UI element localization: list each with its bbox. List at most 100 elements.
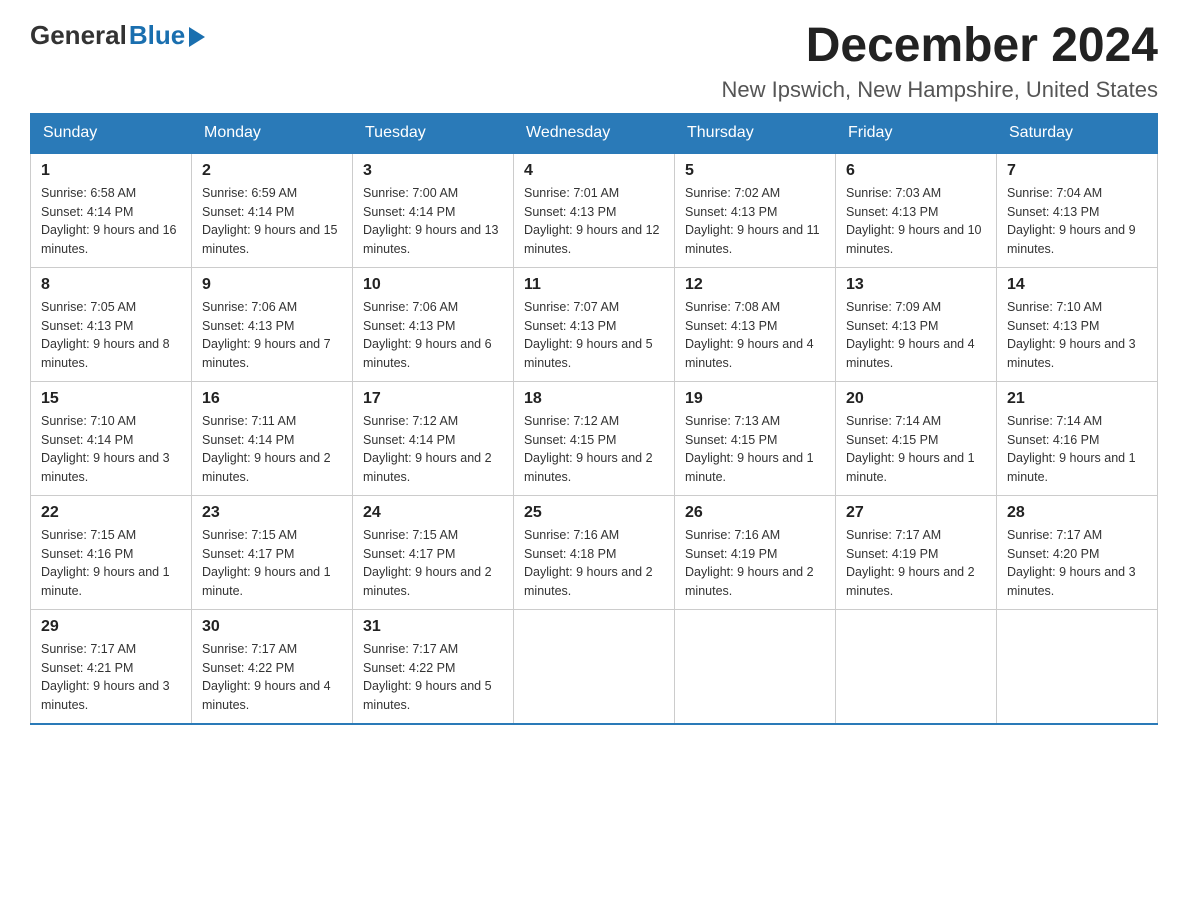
table-row: 31 Sunrise: 7:17 AMSunset: 4:22 PMDayligh…: [353, 609, 514, 724]
day-info: Sunrise: 7:11 AMSunset: 4:14 PMDaylight:…: [202, 412, 342, 487]
day-info: Sunrise: 7:15 AMSunset: 4:17 PMDaylight:…: [363, 526, 503, 601]
calendar-header-row: SundayMondayTuesdayWednesdayThursdayFrid…: [31, 113, 1158, 153]
header-thursday: Thursday: [675, 113, 836, 153]
table-row: 2Sunrise: 6:59 AMSunset: 4:14 PMDaylight…: [192, 153, 353, 268]
logo-arrow-icon: [189, 27, 205, 47]
table-row: 15Sunrise: 7:10 AMSunset: 4:14 PMDayligh…: [31, 381, 192, 495]
day-info: Sunrise: 7:15 AMSunset: 4:17 PMDaylight:…: [202, 526, 342, 601]
day-info: Sunrise: 7:15 AMSunset: 4:16 PMDaylight:…: [41, 526, 181, 601]
day-number: 28: [1007, 504, 1147, 522]
table-row: [675, 609, 836, 724]
day-number: 6: [846, 162, 986, 180]
table-row: 18 Sunrise: 7:12 AMSunset: 4:15 PMDayligh…: [514, 381, 675, 495]
table-row: 8 Sunrise: 7:05 AMSunset: 4:13 PMDaylight…: [31, 267, 192, 381]
table-row: [514, 609, 675, 724]
day-number: 10: [363, 276, 503, 294]
location-subtitle: New Ipswich, New Hampshire, United State…: [722, 77, 1159, 103]
day-info: Sunrise: 7:03 AMSunset: 4:13 PMDaylight:…: [846, 184, 986, 259]
day-info: Sunrise: 6:58 AMSunset: 4:14 PMDaylight:…: [41, 184, 181, 259]
table-row: 29Sunrise: 7:17 AMSunset: 4:21 PMDayligh…: [31, 609, 192, 724]
day-info: Sunrise: 7:16 AMSunset: 4:18 PMDaylight:…: [524, 526, 664, 601]
day-number: 14: [1007, 276, 1147, 294]
day-info: Sunrise: 7:10 AMSunset: 4:13 PMDaylight:…: [1007, 298, 1147, 373]
logo: General Blue: [30, 20, 205, 51]
header-sunday: Sunday: [31, 113, 192, 153]
table-row: 23 Sunrise: 7:15 AMSunset: 4:17 PMDayligh…: [192, 495, 353, 609]
day-info: Sunrise: 7:17 AMSunset: 4:19 PMDaylight:…: [846, 526, 986, 601]
table-row: 16 Sunrise: 7:11 AMSunset: 4:14 PMDayligh…: [192, 381, 353, 495]
header-tuesday: Tuesday: [353, 113, 514, 153]
day-info: Sunrise: 7:06 AMSunset: 4:13 PMDaylight:…: [363, 298, 503, 373]
table-row: 14 Sunrise: 7:10 AMSunset: 4:13 PMDayligh…: [997, 267, 1158, 381]
logo-blue-text: Blue: [129, 20, 185, 51]
day-info: Sunrise: 7:13 AMSunset: 4:15 PMDaylight:…: [685, 412, 825, 487]
day-number: 21: [1007, 390, 1147, 408]
table-row: 1Sunrise: 6:58 AMSunset: 4:14 PMDaylight…: [31, 153, 192, 268]
day-info: Sunrise: 7:07 AMSunset: 4:13 PMDaylight:…: [524, 298, 664, 373]
day-info: Sunrise: 7:12 AMSunset: 4:14 PMDaylight:…: [363, 412, 503, 487]
table-row: 11 Sunrise: 7:07 AMSunset: 4:13 PMDayligh…: [514, 267, 675, 381]
logo-general-text: General: [30, 20, 127, 51]
day-number: 11: [524, 276, 664, 294]
table-row: 26 Sunrise: 7:16 AMSunset: 4:19 PMDayligh…: [675, 495, 836, 609]
table-row: 3 Sunrise: 7:00 AMSunset: 4:14 PMDaylight…: [353, 153, 514, 268]
table-row: 13 Sunrise: 7:09 AMSunset: 4:13 PMDayligh…: [836, 267, 997, 381]
day-number: 9: [202, 276, 342, 294]
table-row: 25Sunrise: 7:16 AMSunset: 4:18 PMDayligh…: [514, 495, 675, 609]
day-number: 8: [41, 276, 181, 294]
day-number: 13: [846, 276, 986, 294]
table-row: 24 Sunrise: 7:15 AMSunset: 4:17 PMDayligh…: [353, 495, 514, 609]
day-info: Sunrise: 7:17 AMSunset: 4:20 PMDaylight:…: [1007, 526, 1147, 601]
week-row-5: 29Sunrise: 7:17 AMSunset: 4:21 PMDayligh…: [31, 609, 1158, 724]
day-number: 12: [685, 276, 825, 294]
calendar-table: SundayMondayTuesdayWednesdayThursdayFrid…: [30, 113, 1158, 725]
header-wednesday: Wednesday: [514, 113, 675, 153]
day-number: 23: [202, 504, 342, 522]
page-header: General Blue December 2024 New Ipswich, …: [30, 20, 1158, 103]
table-row: 28 Sunrise: 7:17 AMSunset: 4:20 PMDayligh…: [997, 495, 1158, 609]
day-number: 7: [1007, 162, 1147, 180]
table-row: 30 Sunrise: 7:17 AMSunset: 4:22 PMDayligh…: [192, 609, 353, 724]
table-row: 12Sunrise: 7:08 AMSunset: 4:13 PMDayligh…: [675, 267, 836, 381]
table-row: 10 Sunrise: 7:06 AMSunset: 4:13 PMDayligh…: [353, 267, 514, 381]
day-info: Sunrise: 6:59 AMSunset: 4:14 PMDaylight:…: [202, 184, 342, 259]
table-row: 20 Sunrise: 7:14 AMSunset: 4:15 PMDayligh…: [836, 381, 997, 495]
day-number: 15: [41, 390, 181, 408]
day-info: Sunrise: 7:17 AMSunset: 4:22 PMDaylight:…: [202, 640, 342, 715]
week-row-1: 1Sunrise: 6:58 AMSunset: 4:14 PMDaylight…: [31, 153, 1158, 268]
day-info: Sunrise: 7:14 AMSunset: 4:16 PMDaylight:…: [1007, 412, 1147, 487]
day-number: 26: [685, 504, 825, 522]
table-row: 4Sunrise: 7:01 AMSunset: 4:13 PMDaylight…: [514, 153, 675, 268]
day-number: 27: [846, 504, 986, 522]
day-info: Sunrise: 7:09 AMSunset: 4:13 PMDaylight:…: [846, 298, 986, 373]
day-number: 24: [363, 504, 503, 522]
day-number: 17: [363, 390, 503, 408]
week-row-4: 22Sunrise: 7:15 AMSunset: 4:16 PMDayligh…: [31, 495, 1158, 609]
day-info: Sunrise: 7:01 AMSunset: 4:13 PMDaylight:…: [524, 184, 664, 259]
table-row: 27 Sunrise: 7:17 AMSunset: 4:19 PMDayligh…: [836, 495, 997, 609]
day-number: 3: [363, 162, 503, 180]
day-info: Sunrise: 7:12 AMSunset: 4:15 PMDaylight:…: [524, 412, 664, 487]
day-info: Sunrise: 7:04 AMSunset: 4:13 PMDaylight:…: [1007, 184, 1147, 259]
day-number: 18: [524, 390, 664, 408]
day-number: 20: [846, 390, 986, 408]
day-info: Sunrise: 7:05 AMSunset: 4:13 PMDaylight:…: [41, 298, 181, 373]
day-number: 31: [363, 618, 503, 636]
header-saturday: Saturday: [997, 113, 1158, 153]
table-row: 9 Sunrise: 7:06 AMSunset: 4:13 PMDaylight…: [192, 267, 353, 381]
day-info: Sunrise: 7:14 AMSunset: 4:15 PMDaylight:…: [846, 412, 986, 487]
day-number: 16: [202, 390, 342, 408]
day-info: Sunrise: 7:16 AMSunset: 4:19 PMDaylight:…: [685, 526, 825, 601]
day-info: Sunrise: 7:06 AMSunset: 4:13 PMDaylight:…: [202, 298, 342, 373]
day-number: 19: [685, 390, 825, 408]
day-number: 30: [202, 618, 342, 636]
table-row: 19 Sunrise: 7:13 AMSunset: 4:15 PMDayligh…: [675, 381, 836, 495]
day-info: Sunrise: 7:17 AMSunset: 4:22 PMDaylight:…: [363, 640, 503, 715]
table-row: [836, 609, 997, 724]
table-row: 17 Sunrise: 7:12 AMSunset: 4:14 PMDayligh…: [353, 381, 514, 495]
day-number: 5: [685, 162, 825, 180]
day-info: Sunrise: 7:17 AMSunset: 4:21 PMDaylight:…: [41, 640, 181, 715]
day-info: Sunrise: 7:00 AMSunset: 4:14 PMDaylight:…: [363, 184, 503, 259]
table-row: 21 Sunrise: 7:14 AMSunset: 4:16 PMDayligh…: [997, 381, 1158, 495]
table-row: 5Sunrise: 7:02 AMSunset: 4:13 PMDaylight…: [675, 153, 836, 268]
